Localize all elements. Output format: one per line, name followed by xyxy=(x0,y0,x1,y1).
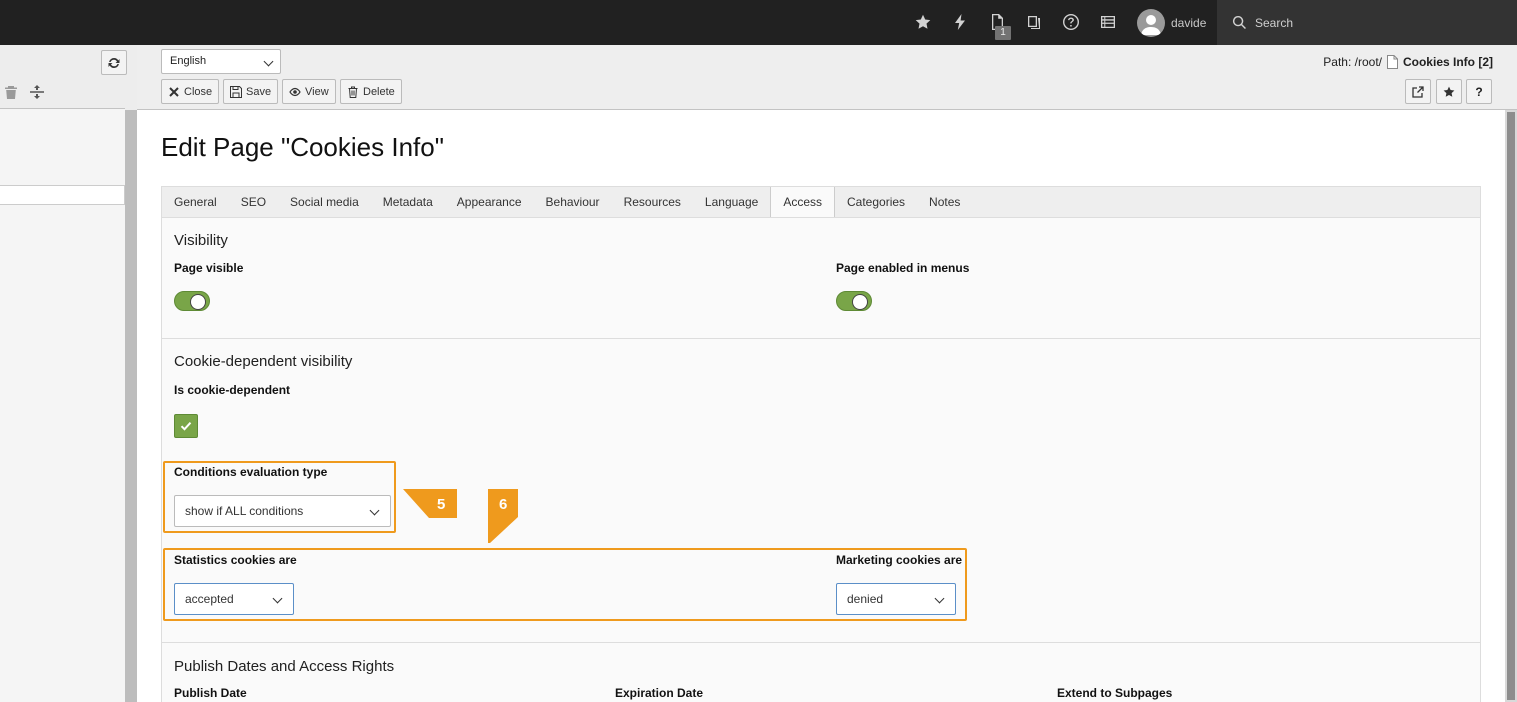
page-tree-panel xyxy=(0,45,127,702)
conditions-type-select[interactable]: show if ALL conditions xyxy=(174,495,391,527)
page-icon xyxy=(1386,55,1398,69)
tab-social-media[interactable]: Social media xyxy=(278,187,371,218)
breadcrumb: Path: /root/ Cookies Info [2] xyxy=(1323,55,1493,69)
save-button[interactable]: Save xyxy=(223,79,279,104)
publish-date-label: Publish Date xyxy=(174,686,247,700)
chevron-down-icon xyxy=(263,56,274,67)
content-scrollbar[interactable] xyxy=(1505,110,1517,702)
page-visible-label: Page visible xyxy=(174,261,244,275)
document-header: English Path: /root/ Cookies Info [2] Cl… xyxy=(137,45,1517,110)
open-documents-badge: 1 xyxy=(995,26,1011,40)
chevron-down-icon xyxy=(272,593,283,604)
tab-appearance[interactable]: Appearance xyxy=(445,187,534,218)
extend-subpages-label: Extend to Subpages xyxy=(1057,686,1173,700)
statistics-cookies-value: accepted xyxy=(185,592,234,606)
search-input[interactable] xyxy=(1255,10,1495,35)
tab-categories[interactable]: Categories xyxy=(835,187,917,218)
refresh-button[interactable] xyxy=(101,50,127,75)
save-button-label: Save xyxy=(246,85,272,98)
delete-button-label: Delete xyxy=(363,85,395,98)
section-divider xyxy=(162,642,1480,643)
cookie-dependent-checkbox[interactable] xyxy=(174,414,198,438)
check-icon xyxy=(180,422,192,431)
annotation-marker-5-label: 5 xyxy=(437,496,446,513)
annotation-marker-6-label: 6 xyxy=(499,496,508,513)
flash-icon[interactable] xyxy=(950,12,970,32)
tab-notes[interactable]: Notes xyxy=(917,187,972,218)
user-avatar[interactable] xyxy=(1137,9,1165,37)
menus-enabled-label: Page enabled in menus xyxy=(836,261,970,275)
help-button-label: ? xyxy=(1475,84,1483,99)
external-link-icon xyxy=(1412,85,1424,98)
trash-icon[interactable] xyxy=(4,85,18,99)
star-icon xyxy=(1443,86,1455,97)
marketing-cookies-value: denied xyxy=(847,592,884,606)
close-button-label: Close xyxy=(184,85,213,98)
section-divider xyxy=(162,338,1480,339)
help-button[interactable]: ? xyxy=(1466,79,1492,104)
tab-general[interactable]: General xyxy=(162,187,229,218)
view-button-label: View xyxy=(305,85,329,98)
tab-seo[interactable]: SEO xyxy=(229,187,278,218)
tab-behaviour[interactable]: Behaviour xyxy=(534,187,612,218)
view-button[interactable]: View xyxy=(282,79,336,104)
eye-icon xyxy=(289,87,301,96)
chevron-down-icon xyxy=(934,593,945,604)
conditions-type-label: Conditions evaluation type xyxy=(174,465,328,479)
tab-metadata[interactable]: Metadata xyxy=(371,187,445,218)
tree-filter-input[interactable] xyxy=(0,185,125,205)
recent-documents-icon[interactable] xyxy=(1024,12,1044,32)
split-view-icon[interactable] xyxy=(30,85,44,99)
statistics-cookies-label: Statistics cookies are xyxy=(174,553,297,567)
path-page: Cookies Info [2] xyxy=(1402,55,1493,69)
user-name[interactable]: davide xyxy=(1171,16,1206,30)
conditions-type-value: show if ALL conditions xyxy=(185,504,304,518)
close-icon xyxy=(169,86,179,97)
delete-button[interactable]: Delete xyxy=(340,79,402,104)
path-label: Path: /root/ xyxy=(1323,55,1382,69)
bookmarks-icon[interactable] xyxy=(913,12,933,32)
save-icon xyxy=(230,85,242,98)
marketing-cookies-select[interactable]: denied xyxy=(836,583,956,615)
panel-resize-handle[interactable] xyxy=(125,110,137,702)
access-tab-panel: Visibility Page visible Page enabled in … xyxy=(161,217,1481,702)
cookie-section-title: Cookie-dependent visibility xyxy=(174,353,353,370)
scrollbar-thumb[interactable] xyxy=(1507,112,1515,700)
tab-access[interactable]: Access xyxy=(770,187,835,219)
cookie-dependent-label: Is cookie-dependent xyxy=(174,383,291,397)
page-title: Edit Page "Cookies Info" xyxy=(161,132,444,162)
system-information-icon[interactable] xyxy=(1098,12,1118,32)
tab-resources[interactable]: Resources xyxy=(612,187,693,218)
trash-icon xyxy=(348,86,358,98)
marketing-cookies-label: Marketing cookies are xyxy=(836,553,963,567)
visibility-section-title: Visibility xyxy=(174,232,228,249)
refresh-icon xyxy=(108,57,120,68)
language-select-value: English xyxy=(170,55,207,67)
statistics-cookies-select[interactable]: accepted xyxy=(174,583,294,615)
publish-section-title: Publish Dates and Access Rights xyxy=(174,658,395,675)
close-button[interactable]: Close xyxy=(161,79,220,104)
page-visible-toggle[interactable] xyxy=(174,291,210,311)
menus-enabled-toggle[interactable] xyxy=(836,291,872,311)
expiration-date-label: Expiration Date xyxy=(615,686,704,700)
open-new-window-button[interactable] xyxy=(1405,79,1431,104)
help-icon[interactable] xyxy=(1061,12,1081,32)
chevron-down-icon xyxy=(369,505,380,516)
tab-bar: General SEO Social media Metadata Appear… xyxy=(161,186,1481,219)
top-bar: 1 davide xyxy=(0,0,1517,45)
tab-language[interactable]: Language xyxy=(693,187,770,218)
language-select[interactable]: English xyxy=(161,49,281,74)
annotation-marker-5 xyxy=(403,489,457,518)
search-area xyxy=(1217,0,1517,45)
search-icon xyxy=(1232,15,1246,29)
bookmark-button[interactable] xyxy=(1436,79,1462,104)
page-tree-toolbar xyxy=(0,45,127,109)
main-content: Edit Page "Cookies Info" General SEO Soc… xyxy=(137,110,1505,702)
